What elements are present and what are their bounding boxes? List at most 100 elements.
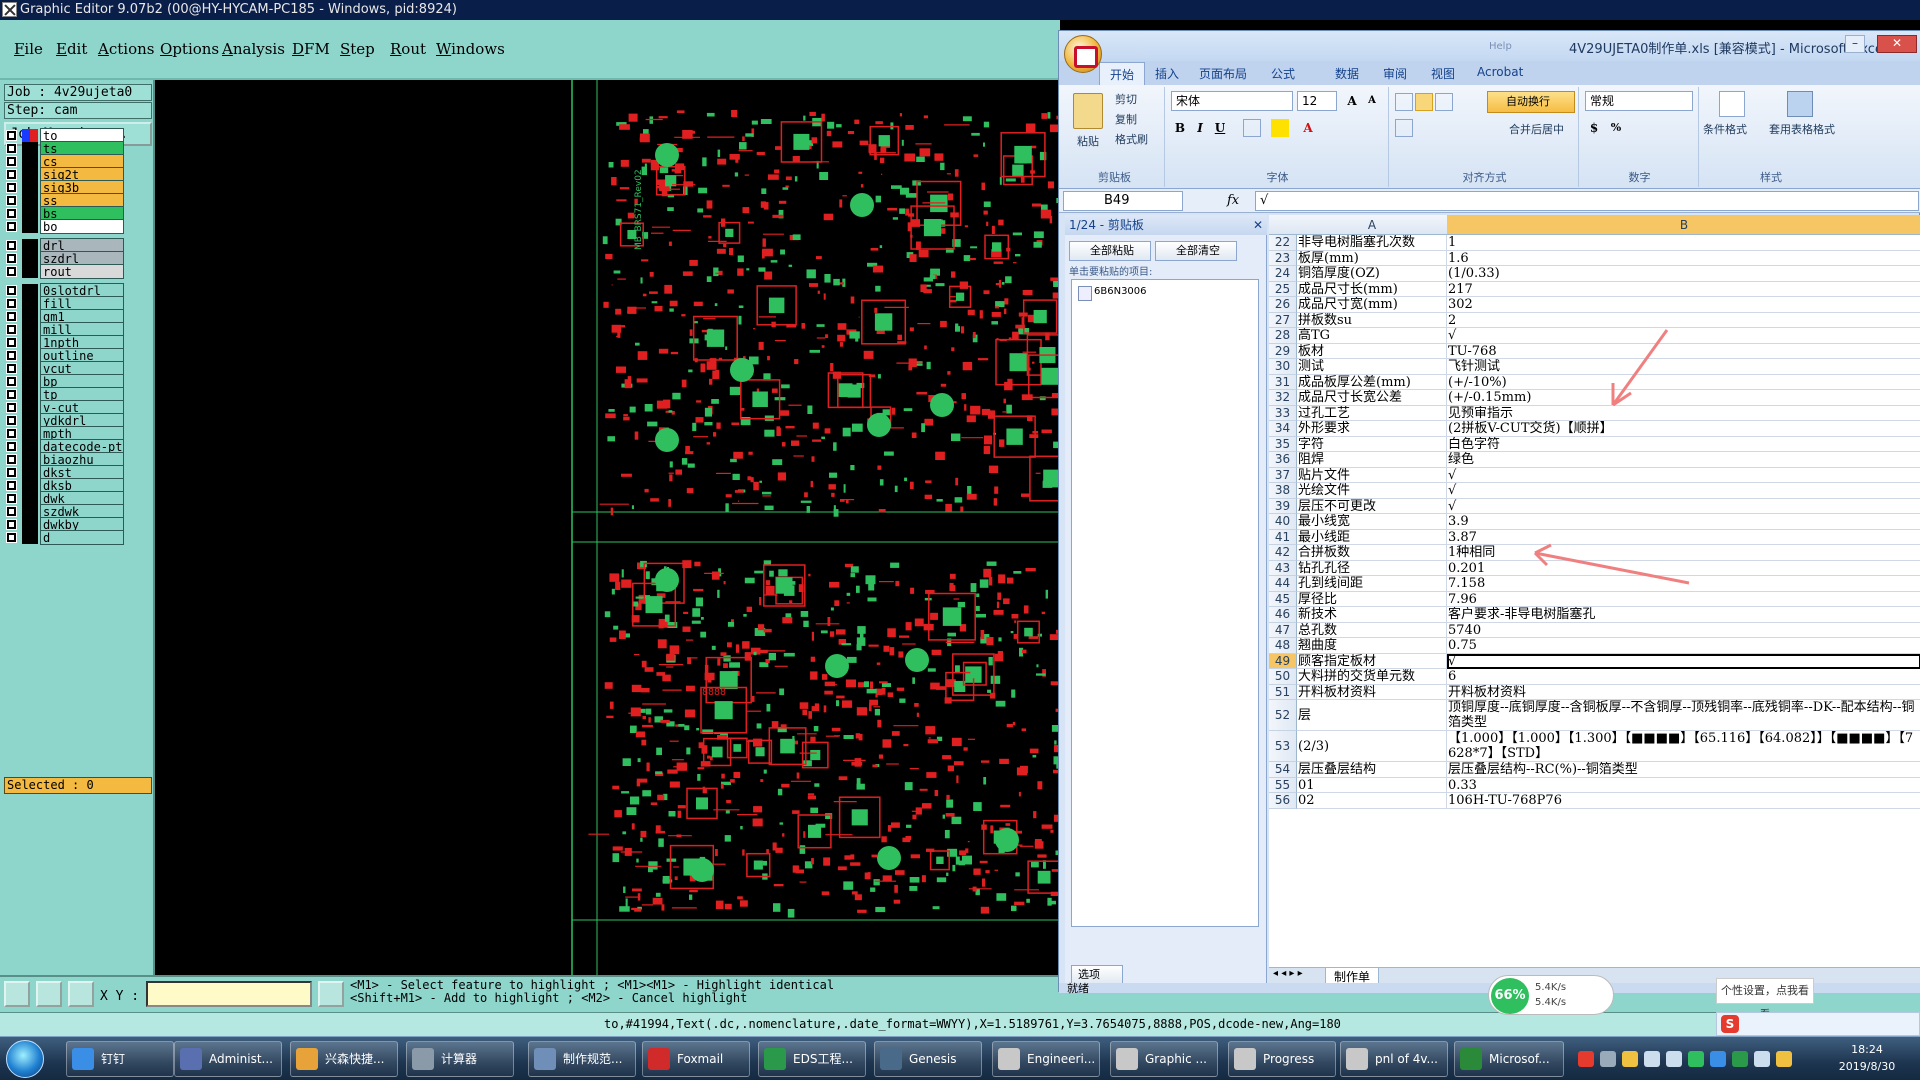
cell-b[interactable]: (2拼板V-CUT交货)【顺拼】 — [1447, 421, 1920, 437]
layer-checkbox[interactable] — [6, 389, 17, 400]
layer-checkbox[interactable] — [6, 195, 17, 206]
cell-a[interactable]: 测试 — [1297, 359, 1447, 375]
row-header[interactable]: 41 — [1269, 529, 1297, 545]
layer-checkbox[interactable] — [6, 169, 17, 180]
menu-dfm[interactable]: DFM — [292, 40, 330, 58]
layer-row-bo[interactable]: bo — [4, 219, 124, 234]
menu-edit[interactable]: Edit — [56, 40, 87, 58]
sogou-icon[interactable] — [1578, 1051, 1594, 1067]
text-cursor-button[interactable] — [318, 981, 344, 1007]
row-header[interactable]: 27 — [1269, 312, 1297, 328]
layer-checkbox[interactable] — [6, 415, 17, 426]
percent-icon[interactable]: % — [1607, 119, 1625, 137]
currency-icon[interactable]: $ — [1585, 119, 1603, 137]
cell-b[interactable]: 1.6 — [1447, 251, 1920, 266]
layer-checkbox[interactable] — [6, 454, 17, 465]
font-name-select[interactable]: 宋体 — [1171, 91, 1293, 111]
cell-b[interactable]: 1 — [1447, 235, 1920, 251]
cell-a[interactable]: 贴片文件 — [1297, 467, 1447, 483]
cell-b[interactable]: 0.75 — [1447, 638, 1920, 654]
taskbar-item-4[interactable]: 制作规范... — [528, 1041, 636, 1077]
cell-a[interactable]: 成品尺寸长(mm) — [1297, 281, 1447, 297]
clear-all-button[interactable]: 全部清空 — [1155, 241, 1237, 261]
cell-a[interactable]: 最小线宽 — [1297, 514, 1447, 530]
layer-checkbox[interactable] — [6, 311, 17, 322]
table-format-icon[interactable] — [1787, 91, 1813, 117]
cell-a[interactable]: 孔到线间距 — [1297, 576, 1447, 592]
cell-b[interactable]: √ — [1447, 468, 1920, 483]
taskbar-item-1[interactable]: Administ... — [174, 1041, 282, 1077]
row-header[interactable]: 24 — [1269, 266, 1297, 282]
cell-b[interactable]: (1/0.33) — [1447, 266, 1920, 282]
cell-a[interactable]: 层压叠层结构 — [1297, 762, 1447, 778]
layer-row-d[interactable]: d — [4, 530, 124, 545]
row-header[interactable]: 35 — [1269, 436, 1297, 452]
cell-b[interactable]: √ — [1447, 328, 1920, 344]
fill-color-button[interactable] — [1271, 119, 1289, 137]
cell-a[interactable]: 合拼板数 — [1297, 545, 1447, 561]
cell-b[interactable]: 见预审指示 — [1447, 406, 1920, 421]
paste-all-button[interactable]: 全部粘贴 — [1069, 241, 1151, 261]
layer-checkbox[interactable] — [6, 519, 17, 530]
fx-icon[interactable]: fx — [1227, 193, 1239, 208]
layer-row-rout[interactable]: rout — [4, 264, 124, 279]
cell-b[interactable]: 顶铜厚度--底铜厚度--含铜板厚--不含铜厚--顶残铜率--底残铜率--DK--… — [1447, 700, 1920, 731]
row-header[interactable]: 51 — [1269, 684, 1297, 700]
ribbon-tab-2[interactable]: 页面布局 — [1199, 65, 1247, 82]
bold-button[interactable]: B — [1171, 119, 1189, 137]
taskbar-item-10[interactable]: Progress — [1228, 1041, 1336, 1077]
cell-b[interactable]: √ — [1447, 653, 1920, 669]
column-header-b[interactable]: B — [1447, 215, 1920, 234]
row-header[interactable]: 49 — [1269, 653, 1297, 669]
taskbar-item-12[interactable]: Microsof... — [1454, 1041, 1564, 1077]
align-top-icon[interactable] — [1395, 93, 1413, 111]
row-header[interactable]: 36 — [1269, 452, 1297, 468]
layer-checkbox[interactable] — [6, 363, 17, 374]
menu-analysis[interactable]: Analysis — [222, 40, 285, 58]
taskbar-item-0[interactable]: 钉钉 — [66, 1041, 174, 1077]
cell-a[interactable]: 板材 — [1297, 343, 1447, 359]
column-header-a[interactable]: A — [1297, 218, 1447, 232]
cell-b[interactable]: 1种相同 — [1447, 545, 1920, 561]
copy-button[interactable]: 复制 — [1115, 111, 1137, 127]
layer-checkbox[interactable] — [6, 156, 17, 167]
layer-name[interactable]: bo — [40, 219, 124, 234]
cell-a[interactable]: 层 — [1297, 700, 1447, 731]
cell-b[interactable]: 106H-TU-768P76 — [1447, 793, 1920, 809]
cell-a[interactable]: 高TG — [1297, 328, 1447, 344]
pcb-canvas[interactable]: 8888 MB_BRS71_Rev02 — [157, 80, 1060, 975]
layer-checkbox[interactable] — [6, 285, 17, 296]
office-button[interactable] — [1064, 35, 1102, 73]
cell-b[interactable]: 5740 — [1447, 623, 1920, 638]
align-center-icon[interactable] — [1415, 119, 1433, 137]
zoom-tool-button[interactable] — [36, 981, 62, 1007]
taskbar-item-2[interactable]: 兴森快捷... — [290, 1041, 398, 1077]
flag-icon[interactable] — [1622, 1051, 1638, 1067]
cell-a[interactable]: 02 — [1297, 793, 1447, 809]
ribbon-tab-7[interactable]: Acrobat — [1477, 65, 1523, 79]
cell-a[interactable]: 层压不可更改 — [1297, 498, 1447, 514]
menu-actions[interactable]: Actions — [98, 40, 154, 58]
cell-a[interactable]: 光绘文件 — [1297, 483, 1447, 499]
cell-a[interactable]: 总孔数 — [1297, 622, 1447, 638]
row-header[interactable]: 52 — [1269, 700, 1297, 731]
grid-tool-button[interactable] — [68, 981, 94, 1007]
layer-checkbox[interactable] — [6, 532, 17, 543]
cell-b[interactable]: 2 — [1447, 313, 1920, 328]
cell-a[interactable]: 开料板材资料 — [1297, 684, 1447, 700]
row-header[interactable]: 38 — [1269, 483, 1297, 499]
cell-b[interactable]: 客户要求-非导电树脂塞孔 — [1447, 607, 1920, 623]
align-left-icon[interactable] — [1395, 119, 1413, 137]
cell-b[interactable]: 0.33 — [1447, 778, 1920, 793]
formula-input[interactable]: √ — [1255, 191, 1919, 211]
taskbar-item-11[interactable]: pnl of 4v... — [1340, 1041, 1448, 1077]
cell-b[interactable]: √ — [1447, 499, 1920, 514]
cell-b[interactable]: 【1.000】【1.000】【1.300】【■■■■】【65.116】【64.0… — [1447, 731, 1920, 762]
clock[interactable]: 18:24 2019/8/30 — [1822, 1041, 1912, 1075]
row-header[interactable]: 46 — [1269, 607, 1297, 623]
network-widget[interactable]: 66% 5.4K/s 5.4K/s — [1488, 975, 1614, 1015]
layer-checkbox[interactable] — [6, 253, 17, 264]
layer-checkbox[interactable] — [6, 467, 17, 478]
ribbon-tab-6[interactable]: 视图 — [1431, 65, 1455, 82]
minimize-button[interactable]: – — [1845, 35, 1865, 53]
